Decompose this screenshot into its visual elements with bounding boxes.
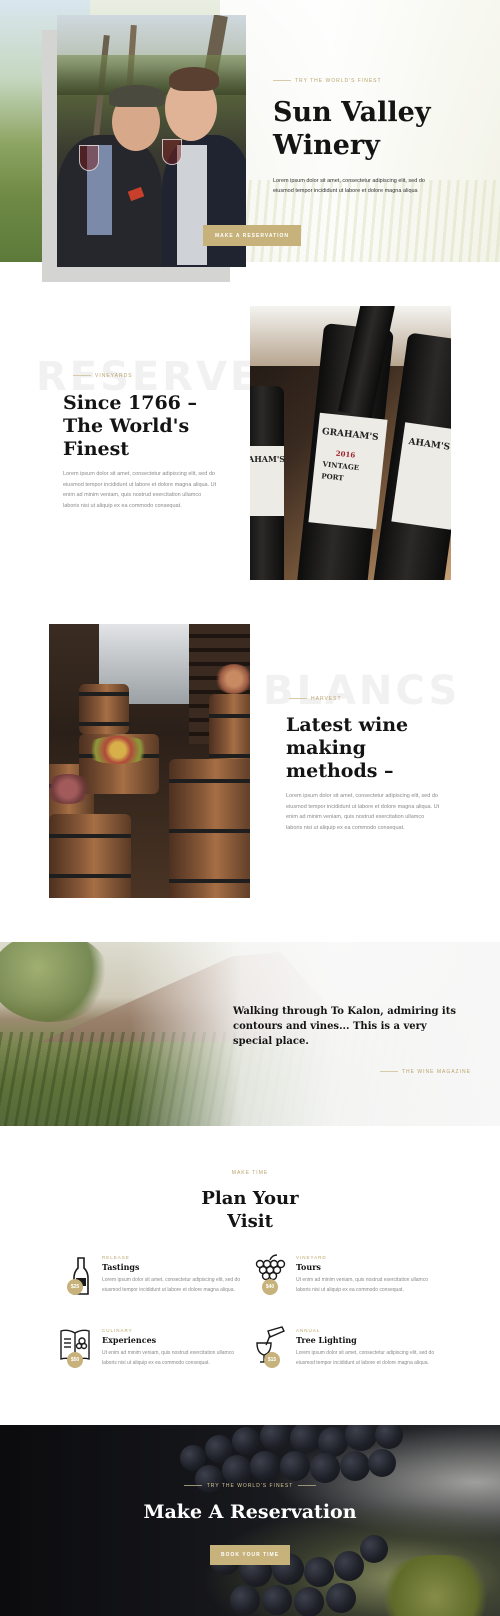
wine-bottles-photo: AHAM'S GRAHAM'S 2016 VINTAGE PORT AHAM'S bbox=[250, 306, 451, 580]
price-badge: $25 bbox=[67, 1279, 83, 1295]
reserve-title-line2: The World's bbox=[63, 415, 190, 437]
plan-title: Plan Your Visit bbox=[0, 1187, 500, 1233]
harvest-title-line3: methods – bbox=[286, 760, 394, 782]
reservation-title: Make A Reservation bbox=[143, 1501, 357, 1523]
testimonial-quote: Walking through To Kalon, admiring its c… bbox=[233, 1006, 456, 1047]
blancs-watermark: BLANCS bbox=[263, 668, 461, 714]
eyebrow-divider bbox=[183, 1485, 202, 1487]
price-badge: $50 bbox=[67, 1352, 83, 1368]
reservation-eyebrow: TRY THE WORLD'S FINEST bbox=[0, 1483, 500, 1489]
plan-title-line1: Plan Your bbox=[201, 1188, 299, 1209]
bottle-label-text: AHAM'S bbox=[407, 437, 451, 453]
hero-title-line1: Sun Valley bbox=[273, 97, 431, 128]
hero-title-line2: Winery bbox=[273, 130, 380, 161]
quote-source: THE WINE MAGAZINE bbox=[380, 1069, 471, 1075]
reserve-eyebrow: VINEYARDS bbox=[73, 373, 133, 379]
plan-title-line2: Visit bbox=[227, 1211, 273, 1232]
eyebrow-divider bbox=[380, 1071, 398, 1073]
quote-source-text: THE WINE MAGAZINE bbox=[402, 1069, 471, 1075]
hero-eyebrow: TRY THE WORLD'S FINEST bbox=[273, 78, 382, 84]
price-badge: $40 bbox=[262, 1279, 278, 1295]
reserve-title-line1: Since 1766 – bbox=[63, 392, 198, 414]
eyebrow-divider bbox=[298, 1485, 317, 1487]
service-description: Ut enim ad minim veniam, quis nostrud ex… bbox=[296, 1277, 428, 1293]
quote-background-leaves bbox=[0, 942, 110, 1022]
service-experiences[interactable]: $50 CULINARY Experiences Ut enim ad mini… bbox=[55, 1325, 265, 1385]
service-tours[interactable]: $40 VINEYARD Tours Ut enim ad minim veni… bbox=[250, 1252, 460, 1312]
make-reservation-button[interactable]: MAKE A RESERVATION bbox=[203, 225, 301, 246]
bottle-label-text: GRAHAM'S bbox=[321, 427, 379, 443]
bottle-label-text: AHAM'S bbox=[250, 454, 286, 464]
bottle-label-text: 2016 bbox=[335, 448, 356, 460]
harvest-description: Lorem ipsum dolor sit amet, consectetur … bbox=[286, 793, 440, 831]
eyebrow-divider bbox=[289, 698, 307, 700]
service-eyebrow: ANNUAL bbox=[296, 1328, 321, 1333]
reserve-eyebrow-text: VINEYARDS bbox=[95, 373, 133, 379]
hero-eyebrow-text: TRY THE WORLD'S FINEST bbox=[295, 78, 382, 84]
harvest-eyebrow: HARVEST bbox=[289, 696, 342, 702]
reserve-title: Since 1766 – The World's Finest bbox=[63, 392, 223, 461]
bottle-label-text: VINTAGE bbox=[322, 459, 360, 473]
service-title: Tastings bbox=[102, 1262, 140, 1272]
service-eyebrow: RELEASE bbox=[102, 1255, 130, 1260]
price-badge: $15 bbox=[264, 1352, 280, 1368]
reservation-eyebrow-text: TRY THE WORLD'S FINEST bbox=[206, 1483, 294, 1489]
service-title: Experiences bbox=[102, 1335, 157, 1345]
hero-title: Sun Valley Winery bbox=[273, 96, 473, 162]
eyebrow-divider bbox=[73, 375, 91, 377]
harvest-eyebrow-text: HARVEST bbox=[311, 696, 342, 702]
service-tastings[interactable]: $25 RELEASE Tastings Lorem ipsum dolor s… bbox=[55, 1252, 265, 1312]
service-tree-lighting[interactable]: $15 ANNUAL Tree Lighting Lorem ipsum dol… bbox=[250, 1325, 460, 1385]
service-description: Lorem ipsum dolor sit amet, consectetur … bbox=[102, 1277, 241, 1293]
service-title: Tours bbox=[296, 1262, 321, 1272]
harvest-title-line1: Latest wine bbox=[286, 714, 409, 736]
service-description: Ut enim ad minim veniam, quis nostrud ex… bbox=[102, 1350, 234, 1366]
harvest-title: Latest wine making methods – bbox=[286, 714, 446, 783]
book-your-time-button[interactable]: BOOK YOUR TIME bbox=[210, 1545, 290, 1565]
service-title: Tree Lighting bbox=[296, 1335, 357, 1345]
bottle-label-text: PORT bbox=[320, 471, 344, 483]
reserve-title-line3: Finest bbox=[63, 438, 130, 460]
plan-eyebrow: MAKE TIME bbox=[231, 1170, 269, 1176]
service-eyebrow: CULINARY bbox=[102, 1328, 133, 1333]
eyebrow-divider bbox=[273, 80, 291, 82]
reserve-description: Lorem ipsum dolor sit amet, consectetur … bbox=[63, 471, 217, 509]
service-eyebrow: VINEYARD bbox=[296, 1255, 327, 1260]
hero-description: Lorem ipsum dolor sit amet, consectetur … bbox=[273, 178, 425, 194]
harvest-title-line2: making bbox=[286, 737, 366, 759]
harvest-barrels-photo bbox=[49, 624, 250, 898]
service-description: Lorem ipsum dolor sit amet, consectetur … bbox=[296, 1350, 435, 1366]
